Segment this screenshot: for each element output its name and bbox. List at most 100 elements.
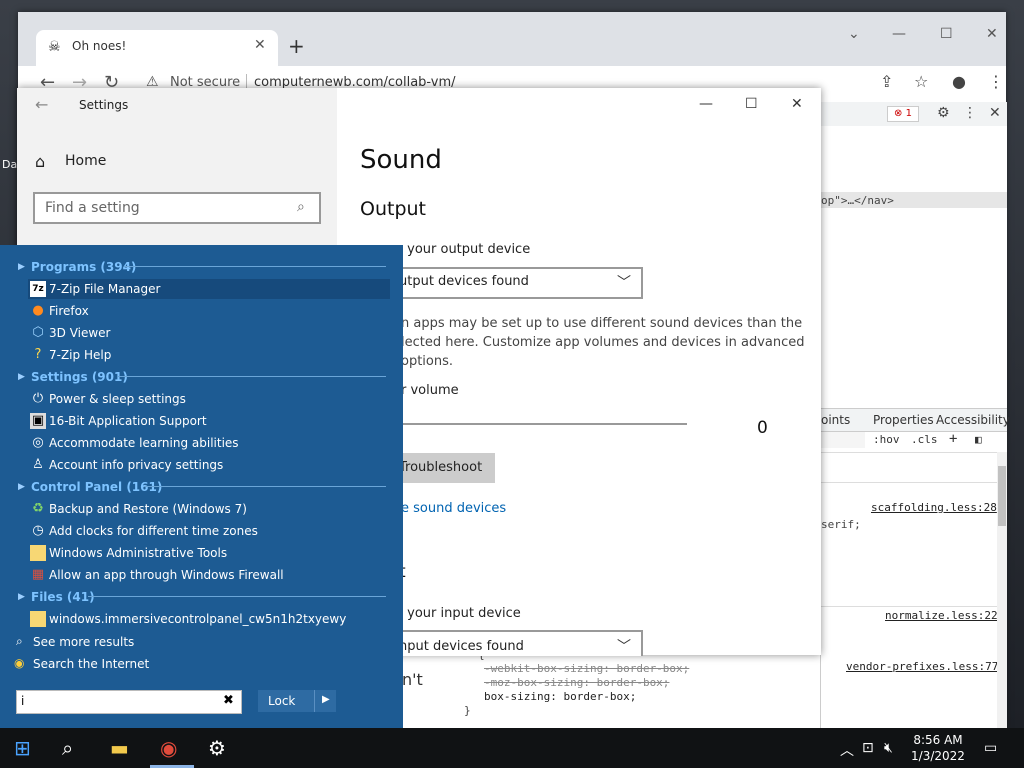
windows-start-icon[interactable]: ⊞: [14, 736, 31, 760]
browser-tab[interactable]: ☠ Oh noes! ✕: [36, 30, 278, 66]
tab-search-icon[interactable]: ⌄: [848, 26, 860, 42]
devtools-topbar: ⊗ 1 ⚙ ⋮ ✕: [821, 102, 1007, 127]
source-link[interactable]: scaffolding.less:28: [871, 501, 997, 514]
result-item-file[interactable]: windows.immersivecontrolpanel_cw5n1h2txy…: [28, 609, 390, 629]
notification-icon[interactable]: ▭: [984, 740, 997, 756]
tab-breakpoints[interactable]: oints: [821, 413, 850, 427]
result-item-learning-abilities[interactable]: ◎ Accommodate learning abilities: [28, 433, 390, 453]
elements-tree: op">…</nav>: [821, 126, 1007, 406]
troubleshoot-label: Troubleshoot: [399, 460, 483, 475]
input-device-dropdown[interactable]: nput devices found ﹀: [367, 630, 643, 656]
desktop-icon-label[interactable]: Da: [2, 158, 17, 171]
output-device-dropdown[interactable]: utput devices found ﹀: [367, 267, 643, 299]
error-count: 1: [905, 108, 912, 119]
lock-options-arrow-icon[interactable]: ▶: [322, 694, 330, 705]
system-clock[interactable]: 8:56 AM 1/3/2022: [900, 732, 976, 764]
expand-arrow-icon[interactable]: ▶: [18, 592, 25, 602]
home-link[interactable]: Home: [65, 153, 106, 169]
new-tab-button[interactable]: +: [288, 34, 305, 58]
bookmark-star-icon[interactable]: ☆: [914, 72, 928, 91]
hov-toggle[interactable]: :hov: [873, 433, 900, 446]
close-devtools-icon[interactable]: ✕: [989, 105, 1001, 121]
gear-icon[interactable]: ⚙: [937, 105, 950, 121]
result-item-backup-restore[interactable]: ♻ Backup and Restore (Windows 7): [28, 499, 390, 519]
settings-gear-icon[interactable]: ⚙: [208, 736, 226, 760]
lock-divider: [314, 690, 315, 712]
close-window-icon[interactable]: ✕: [986, 26, 998, 42]
menu-icon[interactable]: ⋮: [988, 72, 1004, 91]
maximize-icon[interactable]: ☐: [940, 26, 953, 42]
file-explorer-icon[interactable]: ▬: [110, 736, 129, 760]
master-volume-label: r volume: [401, 383, 459, 398]
result-item-firewall[interactable]: ▦ Allow an app through Windows Firewall: [28, 565, 390, 585]
back-icon[interactable]: ←: [35, 95, 48, 114]
profile-icon[interactable]: ●: [952, 72, 966, 91]
tab-accessibility[interactable]: Accessibility: [936, 413, 1010, 427]
code-line: -webkit-box-sizing: border-box;: [484, 662, 690, 675]
new-rule-icon[interactable]: +: [949, 431, 957, 447]
clear-search-icon[interactable]: ✖: [223, 693, 234, 708]
result-item-7zip-help[interactable]: ? 7-Zip Help: [28, 345, 390, 365]
result-label: 7-Zip File Manager: [49, 282, 161, 296]
firewall-icon: ▦: [31, 567, 45, 582]
result-item-account-privacy[interactable]: ♙ Account info privacy settings: [28, 455, 390, 475]
close-window-icon[interactable]: ✕: [791, 96, 803, 112]
minimize-icon[interactable]: —: [699, 96, 713, 112]
see-more-results-link[interactable]: See more results: [33, 635, 134, 649]
style-rule: [821, 606, 999, 607]
network-icon[interactable]: ⊡: [862, 740, 874, 756]
manage-sound-devices-link[interactable]: e sound devices: [401, 501, 506, 516]
cube-icon: ⬡: [32, 325, 44, 340]
app-icon: ▣: [30, 413, 46, 429]
category-files[interactable]: Files (41): [31, 590, 95, 604]
close-tab-icon[interactable]: ✕: [254, 37, 266, 53]
error-badge[interactable]: ⊗ 1: [887, 106, 919, 122]
result-item-power-sleep[interactable]: ⏻ Power & sleep settings: [28, 389, 390, 409]
troubleshoot-button[interactable]: Troubleshoot: [387, 453, 495, 483]
devtools-panel: ⊗ 1 ⚙ ⋮ ✕ op">…</nav> oints Properties A…: [820, 102, 1010, 728]
start-search-input[interactable]: i ✖: [16, 690, 242, 714]
volume-slider[interactable]: [387, 423, 687, 425]
styles-filter-input[interactable]: [821, 432, 865, 448]
backup-icon: ♻: [32, 501, 44, 516]
result-label: Firefox: [49, 304, 89, 318]
share-icon[interactable]: ⇪: [880, 72, 893, 91]
expand-arrow-icon[interactable]: ▶: [18, 372, 25, 382]
lock-button[interactable]: Lock ▶: [258, 690, 336, 712]
chrome-icon[interactable]: ◉: [160, 736, 177, 760]
category-divider: [88, 596, 386, 597]
start-menu: ▶ Programs (394) 7z 7-Zip File Manager ● F…: [0, 245, 403, 728]
minimize-icon[interactable]: —: [892, 26, 906, 42]
result-item-firefox[interactable]: ● Firefox: [28, 301, 390, 321]
maximize-icon[interactable]: ☐: [745, 96, 758, 112]
nav-node[interactable]: op">…</nav>: [821, 194, 894, 207]
search-icon[interactable]: ⌕: [297, 199, 305, 215]
result-item-3d-viewer[interactable]: ⬡ 3D Viewer: [28, 323, 390, 343]
category-control-panel[interactable]: Control Panel (161): [31, 480, 162, 494]
volume-muted-icon[interactable]: 🔇︎: [884, 740, 893, 756]
search-icon[interactable]: ⌕: [62, 736, 73, 760]
expand-arrow-icon[interactable]: ▶: [18, 482, 25, 492]
settings-search-input[interactable]: Find a setting ⌕: [33, 192, 321, 224]
category-programs[interactable]: Programs (394): [31, 260, 136, 274]
styles-scrollbar[interactable]: [997, 452, 1007, 728]
result-item-16bit-support[interactable]: ▣ 16-Bit Application Support: [28, 411, 390, 431]
output-device-value: utput devices found: [399, 274, 529, 289]
chevron-up-icon[interactable]: ︿: [840, 740, 854, 760]
category-settings[interactable]: Settings (901): [31, 370, 128, 384]
sidebar-toggle-icon[interactable]: ◧: [975, 433, 982, 446]
source-link[interactable]: vendor-prefixes.less:77: [846, 660, 998, 673]
search-internet-link[interactable]: Search the Internet: [33, 657, 149, 671]
result-item-7zip-file-manager[interactable]: 7z 7-Zip File Manager: [28, 279, 390, 299]
search-icon: ⌕: [16, 634, 23, 648]
source-link[interactable]: normalize.less:22: [885, 609, 998, 622]
styles-filter-bar: :hov .cls + ◧: [821, 430, 1007, 453]
scroll-thumb[interactable]: [998, 466, 1006, 526]
expand-arrow-icon[interactable]: ▶: [18, 262, 25, 272]
tab-properties[interactable]: Properties: [873, 413, 934, 427]
result-item-admin-tools[interactable]: Windows Administrative Tools: [28, 543, 390, 563]
result-item-add-clocks[interactable]: ◷ Add clocks for different time zones: [28, 521, 390, 541]
cls-toggle[interactable]: .cls: [911, 433, 938, 446]
search-value: i: [21, 694, 25, 708]
devtools-menu-icon[interactable]: ⋮: [963, 105, 977, 121]
